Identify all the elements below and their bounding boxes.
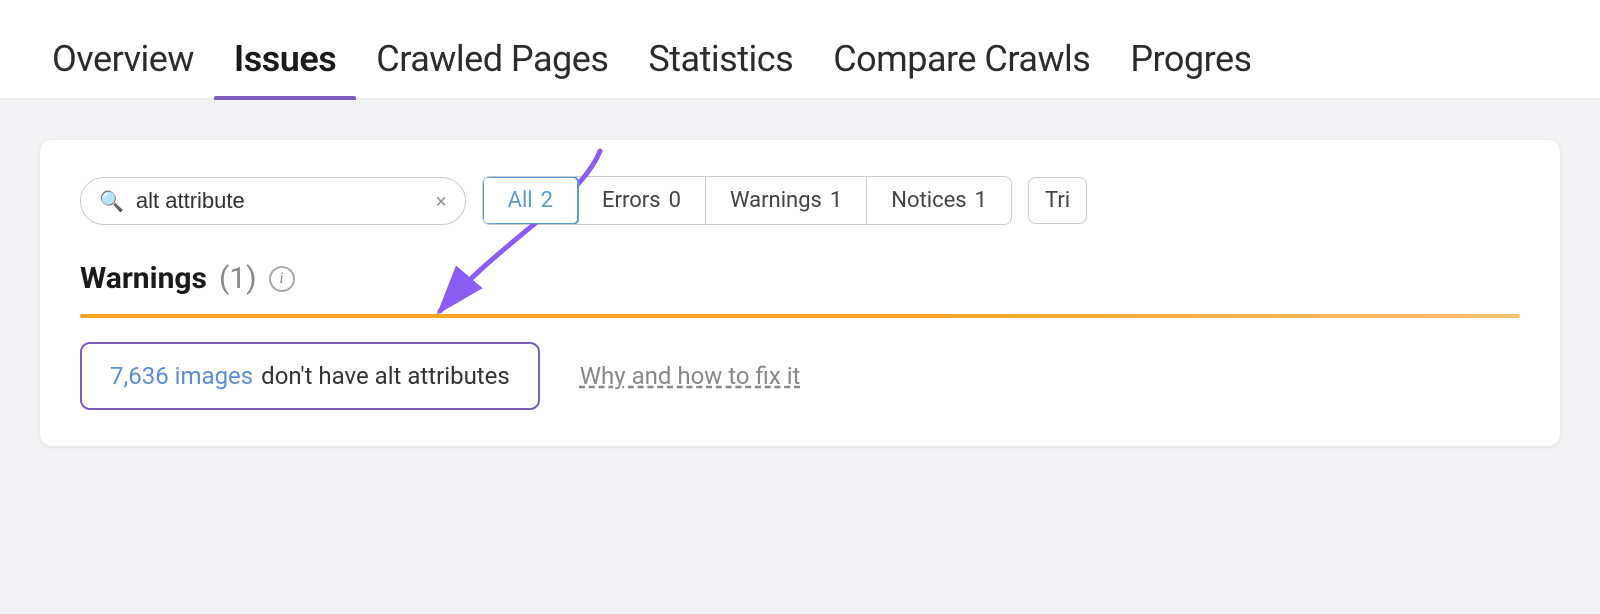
arrow-annotation	[340, 141, 660, 341]
tab-progress[interactable]: Progres	[1110, 38, 1250, 98]
tab-crawled-pages[interactable]: Crawled Pages	[356, 38, 628, 98]
tab-overview[interactable]: Overview	[32, 38, 214, 98]
filter-trd-label: Tri	[1045, 188, 1070, 213]
filter-btn-errors[interactable]: Errors 0	[578, 177, 706, 224]
search-input[interactable]	[136, 188, 424, 214]
filter-warnings-label: Warnings	[730, 188, 822, 213]
filter-notices-count: 1	[975, 188, 987, 213]
tab-crawled-pages-label: Crawled Pages	[376, 38, 608, 80]
section-header: Warnings (1) i	[80, 261, 1520, 296]
tab-issues[interactable]: Issues	[214, 38, 356, 98]
issue-card[interactable]: 7,636 images don't have alt attributes	[80, 342, 540, 410]
filter-btn-all[interactable]: All 2	[482, 176, 579, 225]
filter-buttons: All 2 Errors 0 Warnings 1 Notices 1	[482, 176, 1012, 225]
content-area: 🔍 × All 2 Errors 0 Warnings 1	[0, 100, 1600, 446]
issue-link[interactable]: 7,636 images	[110, 362, 253, 390]
issues-card: 🔍 × All 2 Errors 0 Warnings 1	[40, 140, 1560, 446]
tab-progress-label: Progres	[1130, 38, 1250, 80]
filter-all-label: All	[508, 188, 533, 213]
tab-statistics[interactable]: Statistics	[628, 38, 813, 98]
filter-errors-count: 0	[669, 188, 681, 213]
tab-statistics-label: Statistics	[648, 38, 793, 80]
tab-compare-crawls-label: Compare Crawls	[833, 38, 1090, 80]
issue-description: don't have alt attributes	[261, 362, 510, 390]
warnings-section: Warnings (1) i 7,636 images	[80, 261, 1520, 410]
clear-icon[interactable]: ×	[436, 189, 447, 213]
filter-btn-warnings[interactable]: Warnings 1	[706, 177, 867, 224]
tab-issues-label: Issues	[234, 38, 336, 80]
filter-errors-label: Errors	[602, 188, 661, 213]
nav-tabs: Overview Issues Crawled Pages Statistics…	[0, 0, 1600, 100]
filter-warnings-count: 1	[830, 188, 842, 213]
orange-divider	[80, 314, 1520, 318]
filter-all-count: 2	[541, 188, 553, 213]
filter-notices-label: Notices	[891, 188, 966, 213]
search-box: 🔍 ×	[80, 177, 466, 225]
fix-link[interactable]: Why and how to fix it	[580, 362, 801, 390]
warnings-title: Warnings	[80, 261, 207, 296]
tab-overview-label: Overview	[52, 38, 194, 80]
info-label: i	[279, 270, 283, 288]
tab-compare-crawls[interactable]: Compare Crawls	[813, 38, 1110, 98]
filter-btn-trd[interactable]: Tri	[1028, 177, 1087, 224]
info-icon[interactable]: i	[269, 266, 295, 292]
warnings-count: (1)	[219, 261, 257, 296]
filter-btn-notices[interactable]: Notices 1	[867, 177, 1011, 224]
search-icon: 🔍	[99, 189, 124, 213]
issue-row: 7,636 images don't have alt attributes W…	[80, 342, 1520, 410]
filter-row: 🔍 × All 2 Errors 0 Warnings 1	[80, 176, 1520, 225]
